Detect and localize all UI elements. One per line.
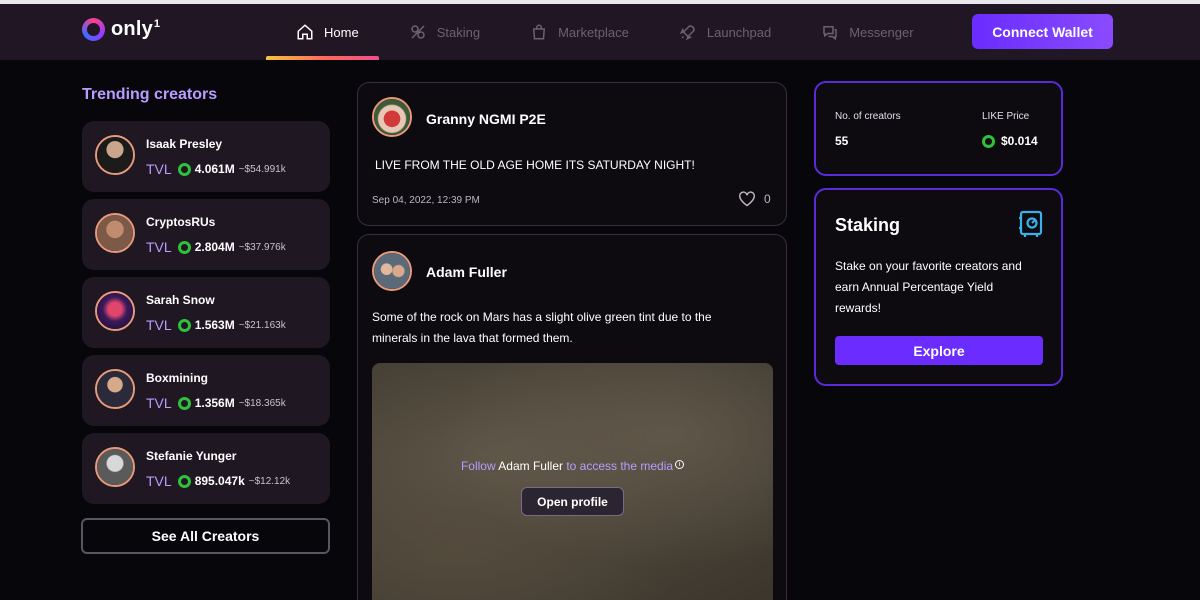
top-navbar: only1 Home Staking Marketplace Launchpad: [0, 4, 1200, 60]
post-date: Sep 04, 2022, 12:39 PM: [372, 195, 480, 206]
rocket-icon: [678, 22, 698, 42]
tvl-value: 1.563M: [194, 318, 235, 332]
tvl-usd: ~$12.12k: [248, 475, 291, 487]
creators-count-label: No. of creators: [835, 111, 901, 122]
safe-icon: [1018, 210, 1044, 243]
avatar: [95, 213, 135, 253]
tvl-label: TVL: [146, 161, 172, 177]
creator-card[interactable]: CryptosRUs TVL 2.804M ~$37.976k: [82, 199, 330, 270]
creator-card[interactable]: Stefanie Yunger TVL 895.047k ~$12.12k: [82, 433, 330, 504]
nav-label: Marketplace: [558, 24, 629, 40]
like-coin-icon: [177, 162, 191, 176]
avatar: [95, 369, 135, 409]
stats-card: No. of creators 55 LIKE Price $0.014: [814, 81, 1063, 176]
tvl-usd: ~$21.163k: [238, 319, 286, 331]
like-button[interactable]: 0: [738, 191, 771, 207]
like-price-row: $0.014: [982, 134, 1038, 148]
locked-media: Follow Adam Fuller to access the media i …: [372, 363, 773, 600]
nav-item-messenger[interactable]: Messenger: [791, 4, 933, 60]
nav-label: Staking: [436, 24, 481, 40]
post-text: Some of the rock on Mars has a slight ol…: [372, 307, 712, 349]
nav-item-staking[interactable]: Staking: [379, 4, 500, 60]
tvl-row: TVL 1.563M ~$21.163k: [146, 317, 286, 333]
post-author[interactable]: Granny NGMI P2E: [426, 111, 546, 127]
nav-item-home[interactable]: Home: [266, 4, 379, 60]
main-nav: Home Staking Marketplace Launchpad Messe…: [266, 4, 934, 60]
tvl-usd: ~$54.991k: [238, 163, 286, 175]
chat-icon: [820, 22, 840, 42]
like-coin-icon: [177, 240, 191, 254]
see-all-creators-button[interactable]: See All Creators: [81, 518, 330, 554]
home-icon: [295, 22, 315, 42]
nav-label: Home: [324, 24, 359, 40]
tvl-value: 2.804M: [194, 240, 235, 254]
tvl-label: TVL: [146, 473, 172, 489]
tvl-label: TVL: [146, 239, 172, 255]
creator-name: Boxmining: [146, 371, 208, 385]
connect-wallet-button[interactable]: Connect Wallet: [972, 14, 1113, 49]
logo-text: only1: [111, 18, 161, 40]
like-coin-icon: [177, 396, 191, 410]
creators-count-value: 55: [835, 134, 849, 148]
nav-label: Messenger: [849, 24, 914, 40]
tvl-label: TVL: [146, 317, 172, 333]
creator-name: Sarah Snow: [146, 293, 215, 307]
tvl-label: TVL: [146, 395, 172, 411]
tvl-value: 895.047k: [194, 474, 245, 488]
like-count: 0: [764, 192, 771, 206]
tvl-value: 4.061M: [194, 162, 235, 176]
heart-icon: [739, 191, 755, 207]
like-coin-icon: [177, 318, 191, 332]
staking-title: Staking: [835, 215, 901, 235]
feed-post: Adam Fuller Some of the rock on Mars has…: [357, 234, 787, 600]
open-profile-button[interactable]: Open profile: [521, 487, 624, 516]
app-logo[interactable]: only1: [82, 18, 160, 41]
nav-label: Launchpad: [706, 24, 772, 40]
tvl-usd: ~$18.365k: [238, 397, 286, 409]
avatar: [95, 291, 135, 331]
staking-card: Staking Stake on your favorite creators …: [814, 188, 1063, 386]
like-price-label: LIKE Price: [982, 111, 1030, 122]
avatar[interactable]: [372, 97, 412, 137]
tvl-usd: ~$37.976k: [238, 241, 286, 253]
nav-item-marketplace[interactable]: Marketplace: [500, 4, 649, 60]
avatar: [95, 135, 135, 175]
creator-card[interactable]: Isaak Presley TVL 4.061M ~$54.991k: [82, 121, 330, 192]
creator-name: CryptosRUs: [146, 215, 216, 229]
tvl-row: TVL 895.047k ~$12.12k: [146, 473, 290, 489]
follow-to-access-text: Follow Adam Fuller to access the media i: [372, 459, 773, 473]
creator-name: Isaak Presley: [146, 137, 223, 151]
creator-name: Stefanie Yunger: [146, 449, 237, 463]
logo-ring-icon: [82, 18, 105, 41]
like-coin-icon: [982, 134, 995, 148]
tvl-row: TVL 4.061M ~$54.991k: [146, 161, 286, 177]
staking-icon: [408, 22, 428, 42]
tvl-row: TVL 2.804M ~$37.976k: [146, 239, 286, 255]
feed-post: Granny NGMI P2E LIVE FROM THE OLD AGE HO…: [357, 82, 787, 226]
avatar: [95, 447, 135, 487]
info-icon[interactable]: i: [675, 460, 685, 469]
avatar[interactable]: [372, 251, 412, 291]
like-price-value: $0.014: [1001, 134, 1038, 148]
tvl-value: 1.356M: [194, 396, 235, 410]
nav-item-launchpad[interactable]: Launchpad: [649, 4, 791, 60]
staking-description: Stake on your favorite creators and earn…: [835, 259, 1022, 315]
post-text-line: Some of the rock on Mars has a slight ol…: [372, 310, 712, 324]
creator-card[interactable]: Sarah Snow TVL 1.563M ~$21.163k: [82, 277, 330, 348]
like-coin-icon: [177, 474, 191, 488]
bag-icon: [529, 22, 549, 42]
creator-card[interactable]: Boxmining TVL 1.356M ~$18.365k: [82, 355, 330, 426]
trending-creators-title: Trending creators: [82, 86, 218, 103]
explore-button[interactable]: Explore: [835, 336, 1043, 365]
post-text-line: minerals in the lava that formed them.: [372, 331, 573, 345]
post-text: LIVE FROM THE OLD AGE HOME ITS SATURDAY …: [375, 158, 695, 172]
tvl-row: TVL 1.356M ~$18.365k: [146, 395, 286, 411]
post-author[interactable]: Adam Fuller: [426, 264, 507, 280]
